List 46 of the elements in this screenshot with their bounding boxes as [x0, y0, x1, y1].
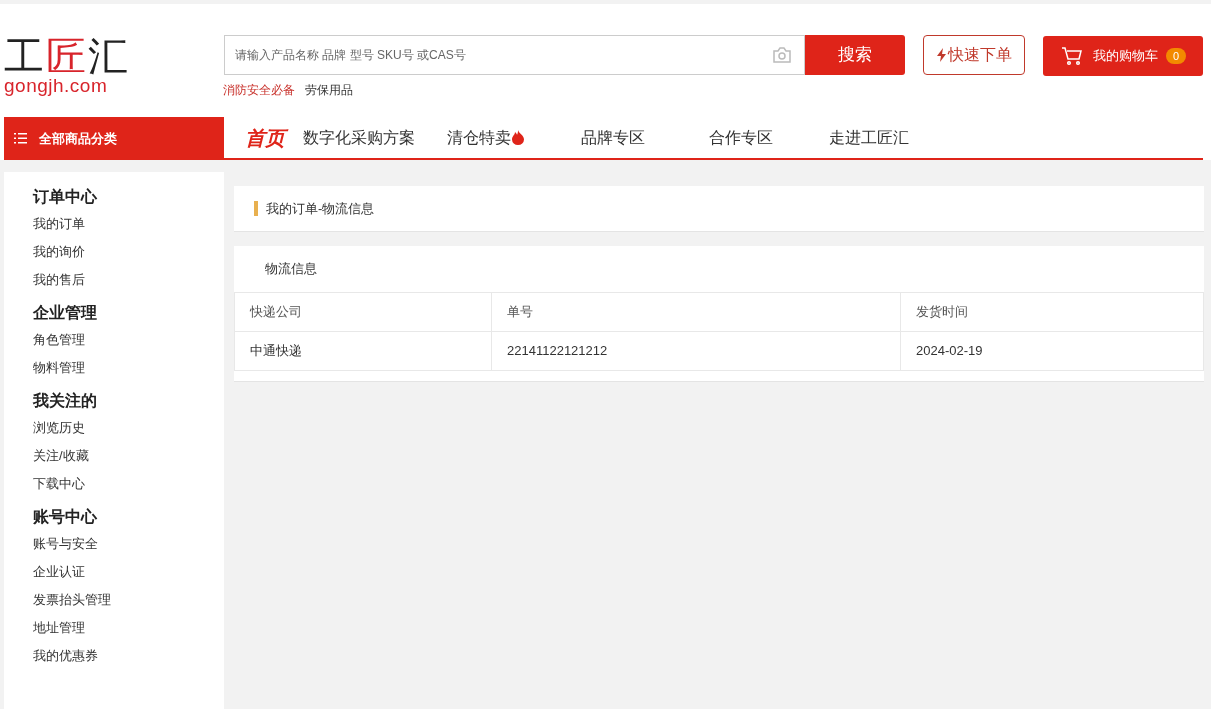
section-title: 物流信息	[265, 260, 317, 279]
sidebar-link[interactable]: 物料管理	[33, 354, 224, 382]
sidebar-heading: 订单中心	[33, 187, 98, 207]
column-header: 发货时间	[901, 293, 1204, 331]
sidebar-heading: 我关注的	[33, 391, 98, 411]
sidebar-heading: 企业管理	[33, 303, 98, 323]
cart-button[interactable]: 我的购物车 0	[1043, 36, 1203, 76]
sidebar-link[interactable]: 我的订单	[33, 210, 224, 238]
lightning-icon	[936, 48, 946, 62]
sidebar-link[interactable]: 企业认证	[33, 558, 224, 586]
hot-search-link[interactable]: 劳保用品	[305, 81, 353, 99]
sidebar-link[interactable]: 账号与安全	[33, 530, 224, 558]
sidebar-link[interactable]: 浏览历史	[33, 414, 224, 442]
menu-icon	[14, 133, 27, 144]
column-header: 快递公司	[235, 293, 492, 331]
sidebar-link[interactable]: 角色管理	[33, 326, 224, 354]
quick-order-button[interactable]: 快速下单	[923, 35, 1025, 75]
nav-link[interactable]: 清仓特卖	[447, 125, 525, 150]
sidebar-link[interactable]: 我的优惠券	[33, 642, 224, 670]
sidebar-link[interactable]: 关注/收藏	[33, 442, 224, 470]
sidebar-link[interactable]: 我的询价	[33, 238, 224, 266]
logo-domain: gongjh.com	[4, 77, 108, 95]
category-button[interactable]: 全部商品分类	[4, 117, 224, 160]
table-cell: 2024-02-19	[901, 332, 1204, 370]
table-cell: 中通快递	[235, 332, 492, 370]
camera-icon[interactable]	[772, 46, 792, 64]
sidebar-link[interactable]: 下载中心	[33, 470, 224, 498]
column-header: 单号	[492, 293, 901, 331]
table-cell: 22141122121212	[492, 332, 901, 370]
search-button[interactable]: 搜索	[805, 35, 905, 75]
accent-bar	[254, 201, 258, 216]
sidebar-link[interactable]: 我的售后	[33, 266, 224, 294]
nav-link[interactable]: 数字化采购方案	[303, 125, 415, 150]
flame-icon	[511, 130, 525, 145]
sidebar-heading: 账号中心	[33, 507, 98, 527]
sidebar-link[interactable]: 地址管理	[33, 614, 224, 642]
nav-link[interactable]: 品牌专区	[581, 125, 645, 150]
page-title: 我的订单-物流信息	[266, 199, 375, 218]
cart-icon	[1061, 46, 1083, 66]
nav-link[interactable]: 合作专区	[709, 125, 773, 150]
logo-text[interactable]: 工匠汇	[4, 35, 130, 77]
hot-search-link[interactable]: 消防安全必备	[223, 81, 295, 99]
nav-link[interactable]: 走进工匠汇	[829, 125, 909, 150]
search-field[interactable]: 请输入产品名称 品牌 型号 SKU号 或CAS号	[224, 35, 805, 75]
cart-count-badge: 0	[1166, 48, 1187, 64]
sidebar-link[interactable]: 发票抬头管理	[33, 586, 224, 614]
